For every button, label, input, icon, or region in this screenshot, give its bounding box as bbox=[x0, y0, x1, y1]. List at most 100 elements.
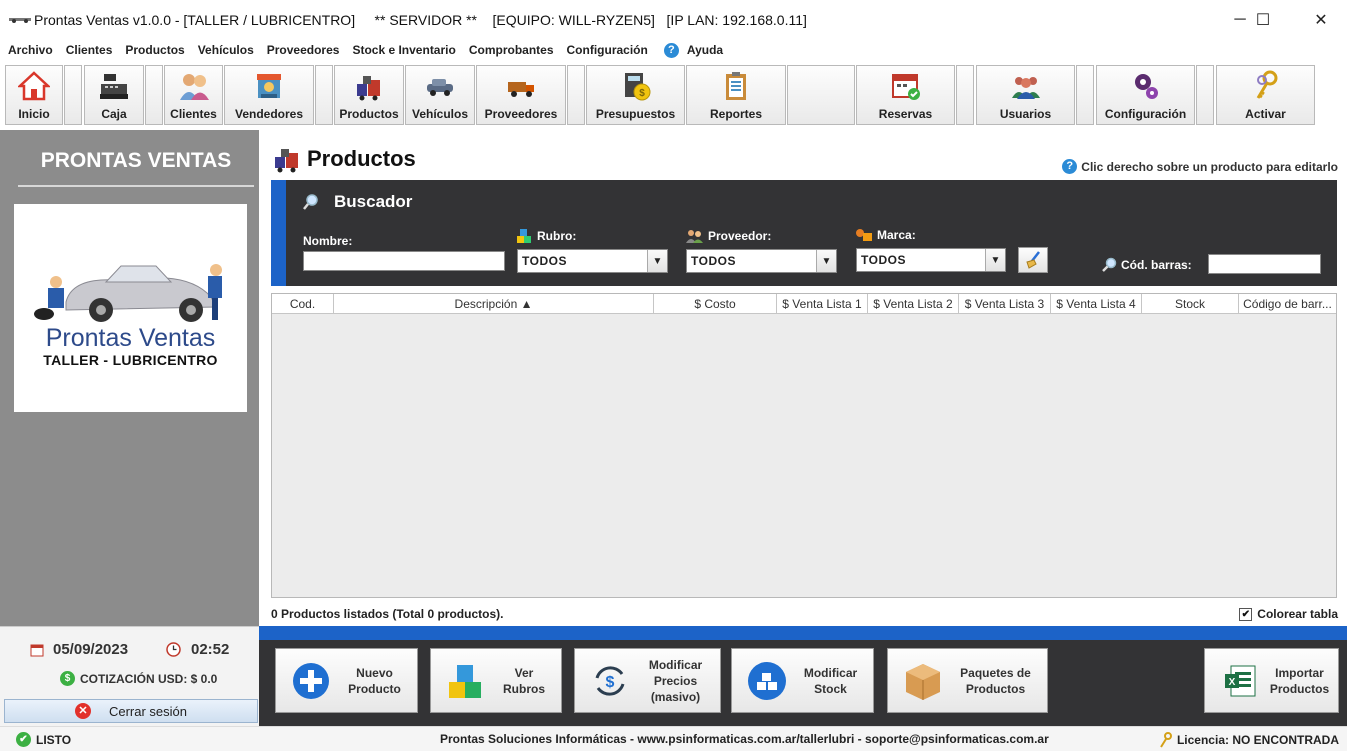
logo-name: Prontas Ventas bbox=[45, 324, 216, 352]
toolbar-presupuestos-button[interactable]: $ Presupuestos bbox=[586, 65, 685, 125]
toolbar-proveedores-button[interactable]: Proveedores bbox=[476, 65, 566, 125]
menu-configuracion[interactable]: Configuración bbox=[567, 43, 648, 57]
column-header-cod[interactable]: Cod. bbox=[272, 294, 334, 314]
paquetes-productos-button[interactable]: Paquetes de Productos bbox=[887, 648, 1048, 713]
toolbar-inicio-button[interactable]: Inicio bbox=[5, 65, 63, 125]
toolbar-separator bbox=[145, 65, 163, 125]
logo-subtitle: TALLER - LUBRICENTRO bbox=[43, 352, 218, 368]
status-bar: ✔ LISTO Prontas Soluciones Informáticas … bbox=[0, 726, 1347, 751]
toolbar-usuarios-label: Usuarios bbox=[999, 107, 1052, 121]
table-header: Cod. Descripción ▲ $ Costo $ Venta Lista… bbox=[272, 294, 1336, 314]
toolbar-configuracion-label: Configuración bbox=[1104, 107, 1187, 121]
toolbar-usuarios-button[interactable]: Usuarios bbox=[976, 65, 1075, 125]
products-icon bbox=[275, 149, 298, 173]
column-header-venta-lista-2[interactable]: $ Venta Lista 2 bbox=[868, 294, 959, 314]
colorear-tabla-checkbox[interactable]: ✔ Colorear tabla bbox=[1239, 607, 1338, 621]
car-mechanics-illustration bbox=[34, 264, 222, 322]
proveedor-label-group: Proveedor: bbox=[686, 228, 771, 244]
rubro-select[interactable]: TODOS ▼ bbox=[517, 249, 668, 273]
toolbar-activar-button[interactable]: Activar bbox=[1216, 65, 1315, 125]
menu-vehiculos[interactable]: Vehículos bbox=[198, 43, 254, 57]
sidebar: PRONTAS VENTAS Prontas Ventas TALLER - L… bbox=[0, 130, 259, 626]
clients-icon bbox=[179, 74, 209, 100]
column-header-descripcion[interactable]: Descripción ▲ bbox=[334, 294, 654, 314]
toolbar-reportes-button[interactable]: Reportes bbox=[686, 65, 786, 125]
brand-tag-icon bbox=[856, 229, 872, 241]
barcode-input[interactable] bbox=[1208, 254, 1321, 274]
menu-productos[interactable]: Productos bbox=[125, 43, 184, 57]
nombre-input[interactable] bbox=[303, 251, 505, 271]
colorear-tabla-label: Colorear tabla bbox=[1257, 607, 1338, 621]
status-state: ✔ LISTO bbox=[16, 732, 71, 747]
clear-filters-button[interactable] bbox=[1018, 247, 1048, 273]
column-header-venta-lista-1[interactable]: $ Venta Lista 1 bbox=[777, 294, 868, 314]
session-info-panel: 05/09/2023 02:52 $ COTIZACIÓN USD: $ 0.0… bbox=[0, 626, 259, 726]
products-table[interactable]: Cod. Descripción ▲ $ Costo $ Venta Lista… bbox=[271, 293, 1337, 598]
menu-archivo[interactable]: Archivo bbox=[8, 43, 53, 57]
key-icon bbox=[1160, 732, 1172, 748]
logout-button[interactable]: ✕ Cerrar sesión bbox=[4, 699, 258, 723]
current-time: 02:52 bbox=[166, 641, 229, 658]
toolbar-vehiculos-button[interactable]: Vehículos bbox=[405, 65, 475, 125]
chevron-down-icon: ▼ bbox=[985, 249, 1005, 271]
column-header-stock[interactable]: Stock bbox=[1142, 294, 1239, 314]
ver-rubros-button[interactable]: Ver Rubros bbox=[430, 648, 562, 713]
column-header-costo[interactable]: $ Costo bbox=[654, 294, 777, 314]
toolbar-separator bbox=[956, 65, 974, 125]
modificar-precios-button[interactable]: $ Modificar Precios (masivo) bbox=[574, 648, 721, 713]
menu-stock-inventario[interactable]: Stock e Inventario bbox=[352, 43, 455, 57]
supplier-people-icon bbox=[686, 230, 703, 243]
logout-label: Cerrar sesión bbox=[108, 703, 188, 719]
home-icon bbox=[18, 71, 50, 101]
nuevo-producto-button[interactable]: Nuevo Producto bbox=[275, 648, 418, 713]
chevron-down-icon: ▼ bbox=[647, 250, 667, 272]
main-toolbar: Inicio Caja Clientes Vendedores Producto… bbox=[0, 63, 1347, 125]
svg-text:X: X bbox=[1229, 677, 1236, 688]
close-button[interactable]: ✕ bbox=[1298, 6, 1344, 34]
toolbar-separator bbox=[64, 65, 82, 125]
toolbar-reservas-button[interactable]: Reservas bbox=[856, 65, 955, 125]
toolbar-caja-button[interactable]: Caja bbox=[84, 65, 144, 125]
license-text: Licencia: NO ENCONTRADA bbox=[1176, 733, 1339, 747]
modificar-stock-button[interactable]: Modificar Stock bbox=[731, 648, 874, 713]
menu-ayuda-label: Ayuda bbox=[686, 43, 724, 57]
status-state-text: LISTO bbox=[36, 732, 72, 747]
column-header-codigo-barras[interactable]: Código de barr... bbox=[1239, 294, 1336, 314]
rubro-label-group: Rubro: bbox=[516, 228, 576, 244]
toolbar-separator bbox=[315, 65, 333, 125]
barcode-label: Cód. barras: bbox=[1121, 258, 1192, 272]
column-header-venta-lista-3[interactable]: $ Venta Lista 3 bbox=[959, 294, 1051, 314]
menu-comprobantes[interactable]: Comprobantes bbox=[469, 43, 554, 57]
toolbar-vehiculos-label: Vehículos bbox=[411, 107, 469, 121]
marca-select[interactable]: TODOS ▼ bbox=[856, 248, 1006, 272]
page-title: Productos bbox=[271, 144, 416, 174]
products-icon bbox=[357, 76, 380, 101]
column-header-venta-lista-4[interactable]: $ Venta Lista 4 bbox=[1051, 294, 1142, 314]
proveedor-label: Proveedor: bbox=[708, 229, 772, 243]
usd-rate-value: COTIZACIÓN USD: $ 0.0 bbox=[80, 671, 218, 686]
chevron-down-icon: ▼ bbox=[816, 250, 836, 272]
barcode-label-group: Cód. barras: bbox=[1101, 257, 1192, 273]
toolbar-configuracion-button[interactable]: Configuración bbox=[1096, 65, 1195, 125]
menu-bar: Archivo Clientes Productos Vehículos Pro… bbox=[0, 40, 1347, 60]
importar-productos-button[interactable]: X Importar Productos bbox=[1204, 648, 1339, 713]
menu-proveedores[interactable]: Proveedores bbox=[267, 43, 340, 57]
modificar-precios-label: Modificar Precios (masivo) bbox=[648, 657, 703, 704]
toolbar-productos-button[interactable]: Productos bbox=[334, 65, 404, 125]
menu-clientes[interactable]: Clientes bbox=[66, 43, 113, 57]
package-box-icon bbox=[906, 663, 940, 700]
maximize-button[interactable]: ☐ bbox=[1240, 6, 1286, 34]
toolbar-vendedores-button[interactable]: Vendedores bbox=[224, 65, 314, 125]
ver-rubros-label: Ver Rubros bbox=[503, 665, 545, 696]
company-logo: Prontas Ventas TALLER - LUBRICENTRO bbox=[14, 204, 247, 412]
menu-ayuda[interactable]: ? Ayuda bbox=[661, 42, 724, 58]
time-value: 02:52 bbox=[191, 641, 230, 658]
products-count: 0 Productos listados (Total 0 productos)… bbox=[271, 607, 504, 621]
proveedor-select[interactable]: TODOS ▼ bbox=[686, 249, 837, 273]
window-title: Prontas Ventas v1.0.0 - [TALLER / LUBRIC… bbox=[34, 12, 807, 28]
search-heading-text: Buscador bbox=[334, 192, 413, 211]
toolbar-clientes-button[interactable]: Clientes bbox=[164, 65, 223, 125]
users-icon bbox=[1011, 77, 1040, 99]
toolbar-inicio-label: Inicio bbox=[18, 107, 50, 121]
checkbox-checked-icon: ✔ bbox=[1239, 607, 1253, 621]
